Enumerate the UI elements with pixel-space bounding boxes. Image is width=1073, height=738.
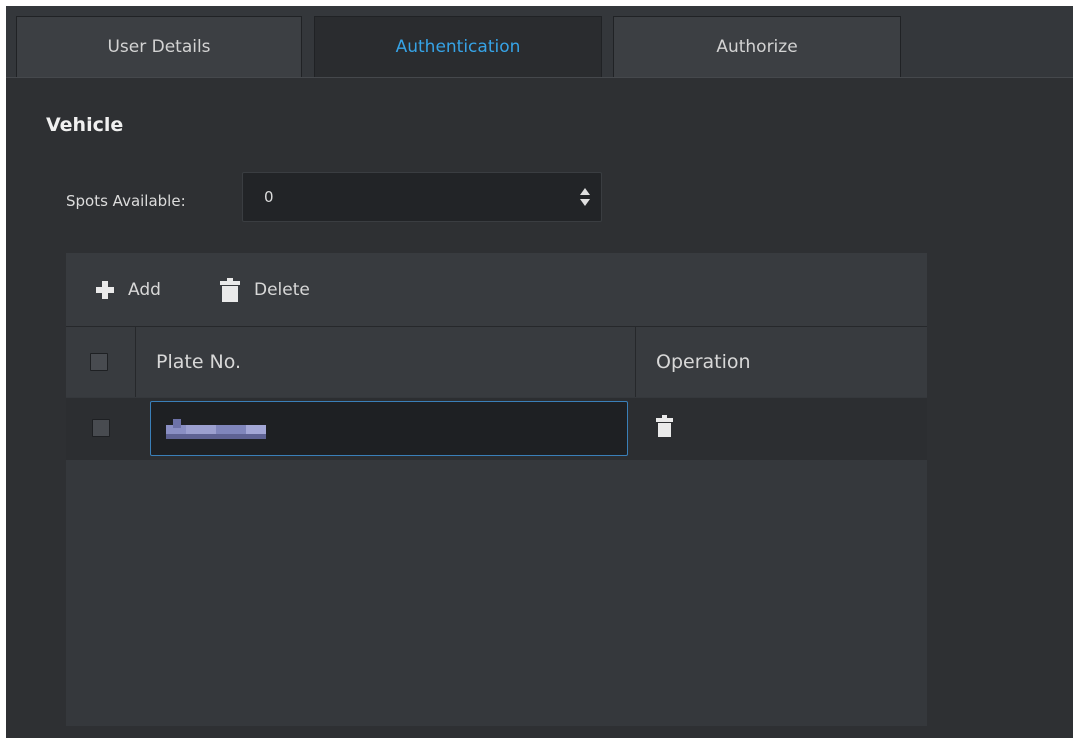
plate-no-input[interactable] (150, 401, 628, 456)
tab-authentication[interactable]: Authentication (314, 16, 602, 77)
spots-available-value: 0 (264, 188, 274, 206)
add-button[interactable]: Add (96, 275, 161, 305)
spots-available-stepper[interactable]: 0 (242, 172, 602, 222)
plus-icon (96, 281, 114, 299)
spots-available-label: Spots Available: (66, 192, 186, 210)
tab-authorize[interactable]: Authorize (613, 16, 901, 77)
add-label: Add (128, 280, 161, 300)
spinner-icon[interactable] (579, 185, 591, 209)
tab-user-details[interactable]: User Details (16, 16, 302, 77)
delete-row-icon[interactable] (656, 415, 673, 437)
vehicle-table: Add Delete Plate No. Operation (66, 253, 927, 726)
column-header-operation: Operation (656, 351, 751, 373)
table-row (66, 398, 927, 460)
row-checkbox[interactable] (92, 419, 110, 437)
column-header-plate-no: Plate No. (156, 351, 242, 373)
table-header: Plate No. Operation (66, 327, 927, 397)
table-toolbar: Add Delete (66, 253, 927, 327)
delete-button[interactable]: Delete (220, 275, 310, 305)
section-title: Vehicle (46, 114, 124, 136)
main-panel: User Details Authentication Authorize Ve… (6, 6, 1073, 738)
column-divider (135, 327, 136, 397)
column-divider (635, 327, 636, 397)
trash-icon (220, 278, 240, 302)
delete-label: Delete (254, 280, 310, 300)
tab-bar: User Details Authentication Authorize (6, 6, 1073, 78)
select-all-checkbox[interactable] (90, 353, 108, 371)
